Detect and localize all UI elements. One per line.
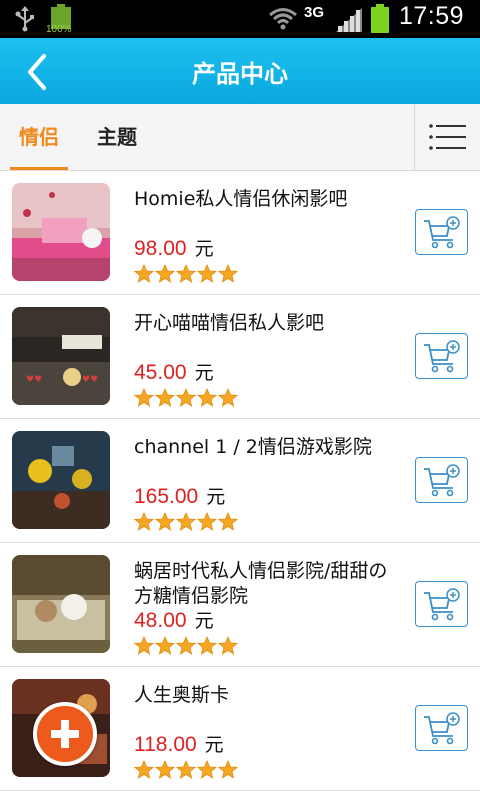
- signal-icon: [336, 8, 362, 32]
- product-row[interactable]: channel 1 / 2情侣游戏影院 165.00 元: [0, 419, 480, 543]
- star-icon: [176, 636, 196, 655]
- star-icon: [218, 512, 238, 531]
- star-icon: [197, 760, 217, 779]
- product-thumbnail: [12, 431, 110, 529]
- star-icon: [134, 388, 154, 407]
- star-icon: [134, 512, 154, 531]
- star-icon: [155, 264, 175, 283]
- menu-button[interactable]: [414, 104, 480, 170]
- product-name: 开心喵喵情侣私人影吧: [134, 312, 325, 334]
- star-icon: [134, 760, 154, 779]
- star-icon: [134, 636, 154, 655]
- star-icon: [155, 388, 175, 407]
- product-price: 98.00: [134, 237, 187, 260]
- rating-stars: [134, 512, 239, 532]
- add-to-cart-button[interactable]: [415, 333, 468, 379]
- product-row[interactable]: Homie私人情侣休闲影吧 98.00 元: [0, 171, 480, 295]
- star-icon: [176, 512, 196, 531]
- battery-icon: [371, 4, 389, 33]
- add-to-cart-button[interactable]: [415, 705, 468, 751]
- wifi-icon: [269, 8, 297, 30]
- hamburger-menu-icon: [429, 124, 466, 150]
- add-to-cart-button[interactable]: [415, 457, 468, 503]
- product-row[interactable]: ♥♥ ♥♥ 开心喵喵情侣私人影吧 45.00 元: [0, 295, 480, 419]
- product-price-line: 118.00 元: [134, 730, 224, 757]
- star-icon: [155, 760, 175, 779]
- plus-icon: [51, 720, 79, 748]
- usb-icon: [15, 6, 34, 32]
- tab-bar: 情侣 主题: [0, 104, 480, 171]
- rating-stars: [134, 760, 239, 780]
- rating-stars: [134, 636, 239, 656]
- star-icon: [197, 388, 217, 407]
- cart-plus-icon: [424, 712, 460, 745]
- product-price: 45.00: [134, 361, 187, 384]
- product-price-line: 45.00 元: [134, 358, 214, 385]
- price-unit: 元: [194, 362, 214, 384]
- title-bar: 产品中心: [0, 38, 480, 104]
- price-unit: 元: [204, 734, 224, 756]
- svg-text:♥♥: ♥♥: [82, 375, 98, 385]
- tab-couples[interactable]: 情侣: [10, 104, 68, 170]
- star-icon: [134, 264, 154, 283]
- battery-small-label: 100%: [46, 24, 72, 35]
- network-type: 3G: [304, 4, 325, 21]
- cart-plus-icon: [424, 588, 460, 621]
- price-unit: 元: [194, 238, 214, 260]
- tab-theme[interactable]: 主题: [88, 104, 146, 170]
- star-icon: [218, 264, 238, 283]
- star-icon: [176, 388, 196, 407]
- product-price-line: 165.00 元: [134, 482, 225, 509]
- star-icon: [197, 512, 217, 531]
- star-icon: [218, 636, 238, 655]
- star-icon: [218, 760, 238, 779]
- price-unit: 元: [194, 610, 214, 632]
- add-to-cart-button[interactable]: [415, 581, 468, 627]
- star-icon: [218, 388, 238, 407]
- cart-plus-icon: [424, 216, 460, 249]
- product-thumbnail: [12, 555, 110, 653]
- product-price: 118.00: [134, 733, 197, 756]
- star-icon: [155, 636, 175, 655]
- cart-plus-icon: [424, 464, 460, 497]
- clock: 17:59: [398, 2, 464, 30]
- product-list: Homie私人情侣休闲影吧 98.00 元 ♥♥ ♥♥ 开心喵喵情侣私人影吧 4…: [0, 171, 480, 791]
- add-to-cart-button[interactable]: [415, 209, 468, 255]
- product-name: 蜗居时代私人情侣影院/甜甜の方糖情侣影院: [134, 560, 388, 607]
- svg-text:♥♥: ♥♥: [26, 375, 42, 385]
- star-icon: [176, 760, 196, 779]
- price-unit: 元: [206, 486, 226, 508]
- page-title: 产品中心: [192, 60, 288, 88]
- rating-stars: [134, 388, 239, 408]
- rating-stars: [134, 264, 239, 284]
- product-price: 165.00: [134, 485, 199, 508]
- product-name: Homie私人情侣休闲影吧: [134, 188, 348, 210]
- floating-add-button[interactable]: [33, 702, 97, 766]
- product-thumbnail: [12, 183, 110, 281]
- product-thumbnail: ♥♥ ♥♥: [12, 307, 110, 405]
- star-icon: [197, 636, 217, 655]
- product-price-line: 48.00 元: [134, 606, 214, 633]
- tab-active-indicator: [10, 167, 68, 170]
- cart-plus-icon: [424, 340, 460, 373]
- product-row[interactable]: 蜗居时代私人情侣影院/甜甜の方糖情侣影院 48.00 元: [0, 543, 480, 667]
- product-price: 48.00: [134, 609, 187, 632]
- star-icon: [176, 264, 196, 283]
- product-price-line: 98.00 元: [134, 234, 214, 261]
- status-bar: 100% 3G 17:59: [0, 0, 480, 38]
- product-name: channel 1 / 2情侣游戏影院: [134, 436, 372, 458]
- product-name: 人生奥斯卡: [134, 684, 230, 706]
- star-icon: [197, 264, 217, 283]
- star-icon: [155, 512, 175, 531]
